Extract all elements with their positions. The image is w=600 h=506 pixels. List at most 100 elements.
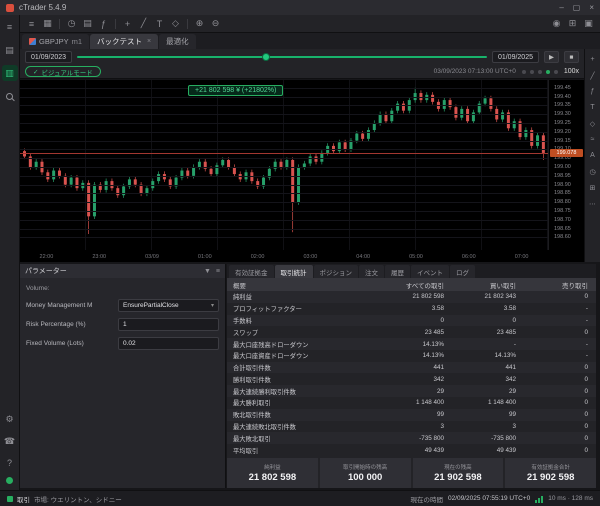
status-market: 市場: ウエリントン、シドニー [34,496,122,504]
stats-cell: 最大連続敗北取引件数 [233,423,296,431]
grid-tool-icon[interactable]: ⊞ [587,182,599,193]
stats-row[interactable]: 最大勝利取引 1 148 400 1 148 400 0 [227,397,596,409]
results-tab[interactable]: イベント [411,265,449,278]
results-tabs: 有効証拠金 取引統計 ポジション 注文 履歴 イベント ログ [227,264,596,278]
alerts-icon[interactable]: ◉ [549,17,564,31]
speed-dot[interactable] [545,69,550,74]
clock-tool-icon[interactable]: ◷ [587,166,599,177]
tab-optimize[interactable]: 最適化 [159,34,196,49]
minimize-button[interactable]: – [559,3,563,12]
stats-row[interactable]: プロフィットファクター 3.58 3.58 - [227,302,596,315]
stats-cell: 0 [584,375,588,383]
zoom-in-icon[interactable]: ⊕ [192,17,207,31]
chart-area[interactable]: +21 802 598 ¥ (+21802%) 199.078 199.45 19… [20,80,584,262]
text-annotation-icon[interactable]: T [587,102,599,113]
help-icon[interactable]: ? [2,455,18,471]
chart-type-icon[interactable]: ▤ [80,17,95,31]
parameters-menu-icon[interactable]: ≡ [216,268,220,275]
speed-dot[interactable] [521,69,526,74]
parameter-input[interactable]: 1 [118,318,219,331]
results-tab[interactable]: 有効証拠金 [229,265,274,278]
crosshair-tool-icon[interactable]: + [587,54,599,65]
optimize-tab-label: 最適化 [166,37,189,46]
backtest-progress-track[interactable] [77,53,487,61]
stats-row[interactable]: 手数料 0 0 - [227,314,596,327]
timeframe-icon[interactable]: ◷ [64,17,79,31]
maximize-button[interactable]: ▢ [573,3,581,12]
zoom-out-icon[interactable]: ⊖ [208,17,223,31]
results-tab[interactable]: 取引統計 [274,265,313,278]
close-button[interactable]: × [589,3,594,12]
stats-cell: - [585,340,588,348]
more-tools-icon[interactable]: ⋯ [587,198,599,209]
settings-gear-icon[interactable]: ⚙ [2,411,18,427]
results-summary: 純利益 21 802 598 取引開始時の残高 100 000 現在の残高 21 902 … [227,456,596,488]
sidebar-menu-icon[interactable]: ≡ [2,19,18,35]
stats-row[interactable]: 敗北取引件数 99 99 0 [227,408,596,421]
shape-tool-icon[interactable]: ◇ [587,118,599,129]
shapes-icon[interactable]: ◇ [168,17,183,31]
backtest-progress-knob[interactable] [261,53,270,61]
layout-grid-icon[interactable]: ⊞ [565,17,580,31]
results-tab[interactable]: 履歴 [385,265,410,278]
label-tool-icon[interactable]: A [587,150,599,161]
stats-column-header: 概要 [233,282,246,290]
summary-value: 21 902 598 [526,472,575,483]
grid-line [20,87,548,89]
trendline-icon[interactable]: ╱ [136,17,151,31]
tab-close-icon[interactable]: × [147,38,151,45]
stats-cell: 99 [436,411,444,419]
parameter-select[interactable]: EnsurePartialClose ▾ [118,299,219,312]
stats-row[interactable]: 勝利取引件数 342 342 0 [227,373,596,386]
trendline-tool-icon[interactable]: ╱ [587,70,599,81]
symbol-grid-icon[interactable]: ▦ [40,17,55,31]
tab-symbol-chart[interactable]: GBPJPY m1 [22,34,90,49]
speed-slider[interactable] [521,69,558,74]
stats-row[interactable]: スワップ 23 485 23 485 0 [227,326,596,339]
text-tool-icon[interactable]: T [152,17,167,31]
stats-row[interactable]: 最大口座資産ドローダウン 14.13% 14.13% - [227,349,596,362]
fibonacci-tool-icon[interactable]: ≈ [587,134,599,145]
support-phone-icon[interactable]: ☎ [2,433,18,449]
symbol-tab-icon [29,38,36,45]
save-parameters-icon[interactable]: ▼ [204,268,211,275]
results-tab[interactable]: ログ [450,265,475,278]
statistics-table-body: 純利益 21 802 598 21 802 343 0 プロフィットファクター 3.58 3… [227,291,596,456]
status-mode[interactable]: 取引 [17,494,30,504]
stop-button[interactable]: ■ [564,51,579,63]
indicator-tool-icon[interactable]: ƒ [587,86,599,97]
play-button[interactable]: ▶ [544,51,559,63]
panel-toggle-icon[interactable]: ▣ [581,17,596,31]
price-axis[interactable]: 199.078 199.45 199.40 199.35 199.30 199.25 19… [548,80,584,250]
visual-mode-toggle[interactable]: ✓ ビジュアルモード [25,66,101,77]
summary-label: 有効証拠金合計 [531,465,570,471]
speed-dot[interactable] [529,69,534,74]
stats-row[interactable]: 最大口座残高ドローダウン 14.13% - - [227,338,596,350]
sidebar-chart-icon[interactable]: ▥ [1,65,18,81]
stats-row[interactable]: 最大連続勝利取引件数 29 29 0 [227,385,596,398]
sidebar-watchlist-icon[interactable]: ▤ [2,42,18,58]
speed-dot[interactable] [537,69,542,74]
indicators-icon[interactable]: ƒ [96,17,111,31]
stats-cell: 最大連続勝利取引件数 [233,388,296,396]
parameter-row: Risk Percentage (%) 1 [26,318,219,331]
stats-row[interactable]: 平均取引 49 439 49 439 0 [227,444,596,456]
menu-icon[interactable]: ≡ [24,17,39,31]
chart-plot[interactable] [20,80,548,250]
stats-row[interactable]: 最大敗北取引 -735 800 -735 800 0 [227,432,596,445]
tab-backtest[interactable]: バックテスト × [90,34,159,49]
stats-row[interactable]: 最大連続敗北取引件数 3 3 0 [227,420,596,433]
summary-label: 現在の残高 [444,465,472,471]
stats-row[interactable]: 純利益 21 802 598 21 802 343 0 [227,291,596,303]
results-tab[interactable]: 注文 [359,265,384,278]
price-axis-label: 199.15 [554,137,571,144]
speed-dot[interactable] [553,69,558,74]
crosshair-icon[interactable]: + [120,17,135,31]
parameter-input[interactable]: 0.02 [118,337,219,350]
start-date-picker[interactable]: 01/09/2023 [25,51,73,63]
end-date-picker[interactable]: 01/09/2025 [491,51,539,63]
sidebar-search-icon[interactable] [2,88,18,104]
stats-row[interactable]: 合計取引件数 441 441 0 [227,361,596,374]
parameter-label: Risk Percentage (%) [26,321,86,328]
results-tab[interactable]: ポジション [313,265,358,278]
